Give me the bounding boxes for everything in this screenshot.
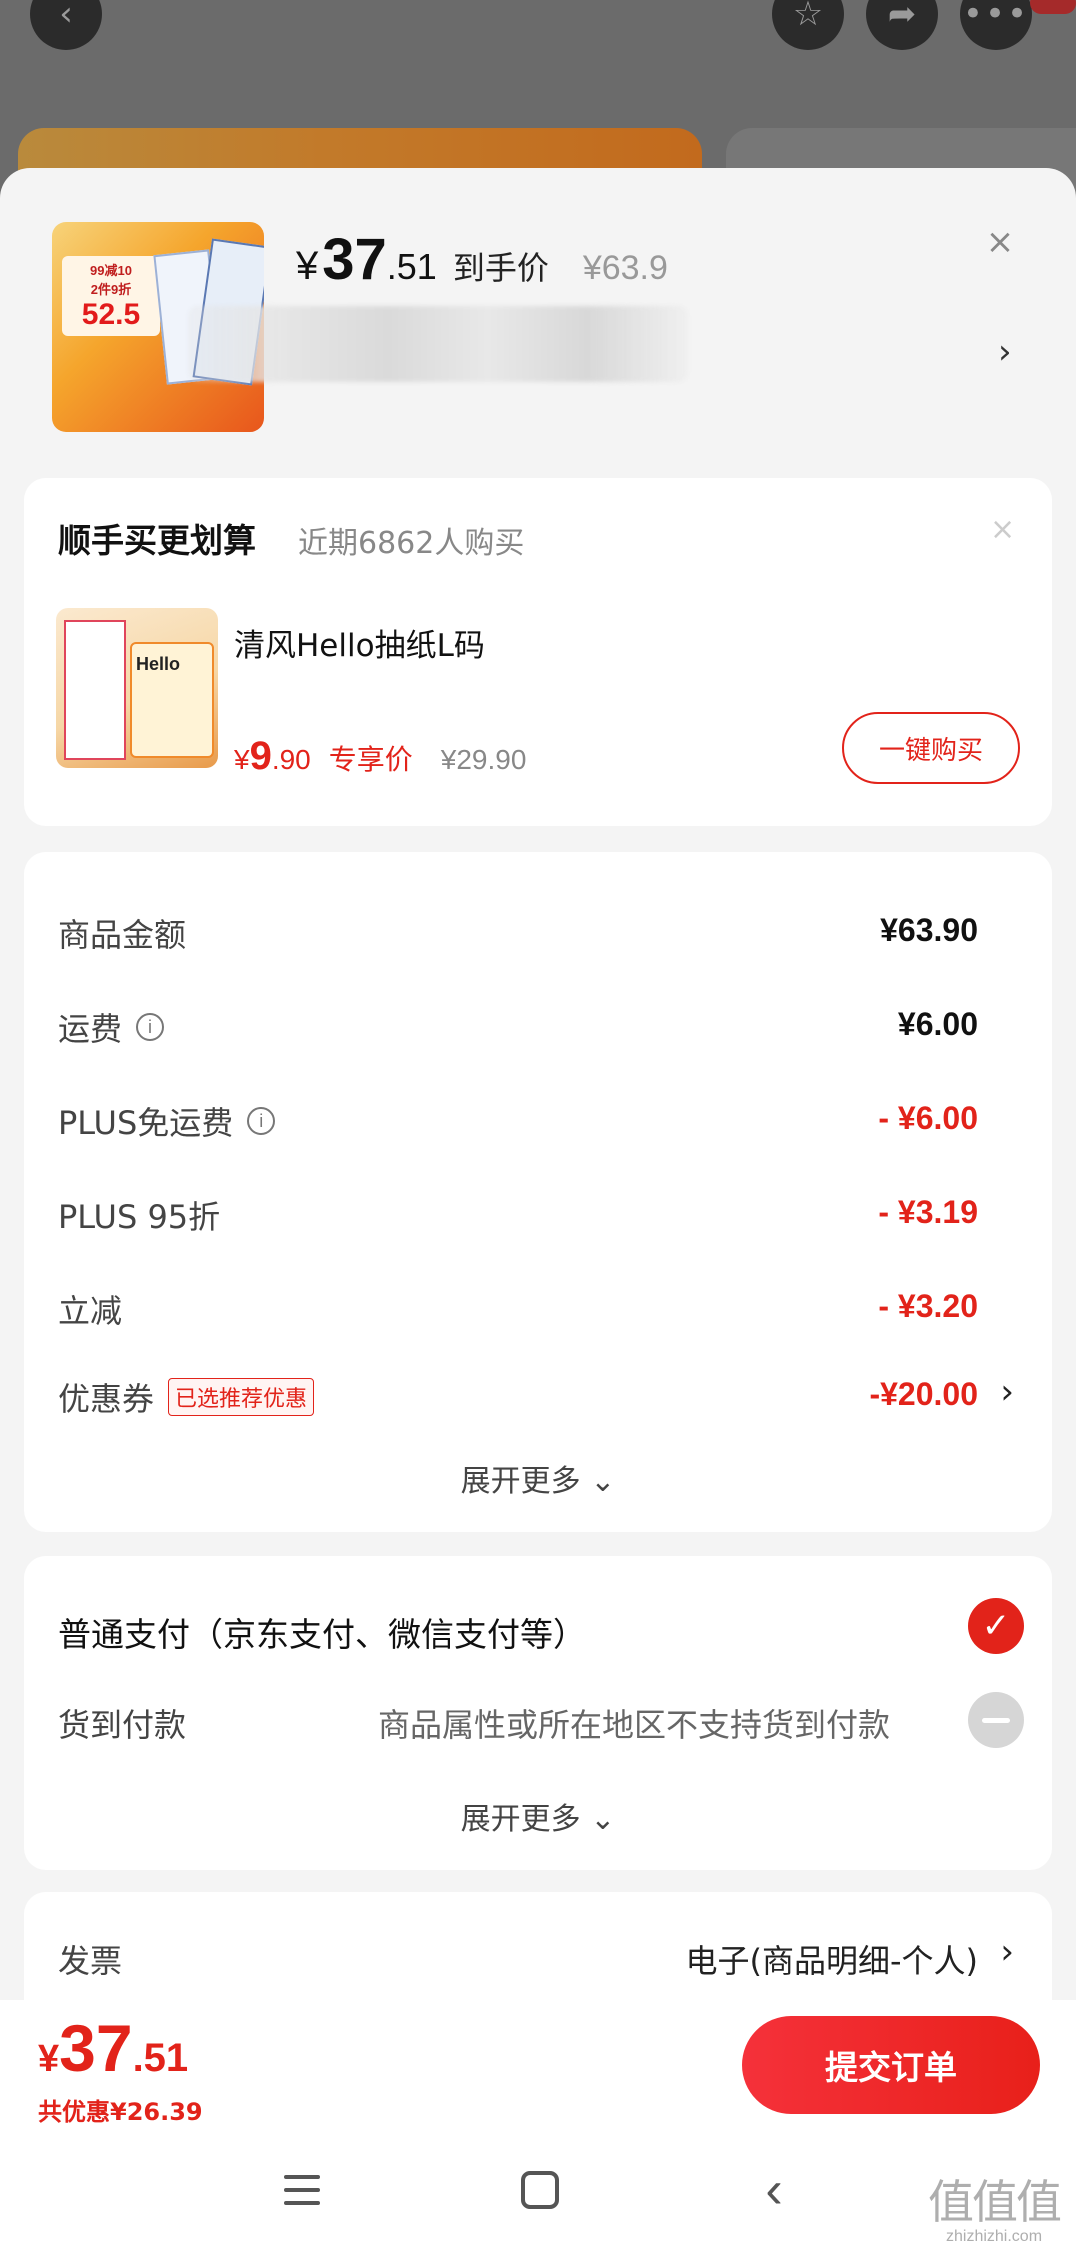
- product-header: 99减10 2件9折 52.5 ¥ 37 .51 到手价 ¥63.9 × ›: [0, 168, 1076, 468]
- upsell-card: 顺手买更划算 近期6862人购买 × Hello 清风Hello抽纸L码 ¥ 9…: [24, 478, 1052, 826]
- amount-row-goods: 商品金额 ¥63.90: [58, 912, 978, 954]
- chevron-right-icon[interactable]: ›: [998, 332, 1012, 372]
- chevron-right-icon[interactable]: ›: [1000, 1932, 1014, 1972]
- final-price: ¥ 37 .51 到手价 ¥63.9: [296, 227, 668, 292]
- amount-row-coupon[interactable]: 优惠券 已选推荐优惠 -¥20.00 ›: [24, 1364, 1052, 1424]
- chevron-right-icon[interactable]: ›: [1000, 1372, 1014, 1412]
- product-image-tag: 99减10 2件9折 52.5: [62, 256, 160, 336]
- amount-row-plus-discount: PLUS 95折 - ¥3.19: [58, 1194, 978, 1236]
- upsell-product-name[interactable]: 清风Hello抽纸L码: [234, 620, 485, 665]
- invoice-value: 电子(商品明细-个人): [685, 1942, 978, 1980]
- upsell-subtitle: 近期6862人购买: [298, 526, 525, 561]
- check-icon[interactable]: ✓: [968, 1598, 1024, 1654]
- amount-row-shipping: 运费 i ¥6.00: [58, 1006, 978, 1048]
- order-sheet: 99减10 2件9折 52.5 ¥ 37 .51 到手价 ¥63.9 × › 顺…: [0, 168, 1076, 2256]
- info-icon[interactable]: i: [136, 1013, 165, 1041]
- payment-method-card: 普通支付（京东支付、微信支付等） ✓ 货到付款 商品属性或所在地区不支持货到付款…: [24, 1556, 1052, 1870]
- submit-order-button[interactable]: 提交订单: [742, 2016, 1040, 2114]
- back-icon[interactable]: ‹: [744, 2160, 804, 2220]
- coupon-tag: 已选推荐优惠: [168, 1378, 315, 1416]
- notification-badge: [1030, 0, 1076, 14]
- close-icon[interactable]: ×: [990, 512, 1015, 547]
- one-click-buy-button[interactable]: 一键购买: [842, 712, 1020, 784]
- expand-more-button[interactable]: 展开更多 ⌄: [24, 1456, 1052, 1500]
- payment-option-cod: 货到付款: [58, 1706, 187, 1744]
- system-navigation-bar: ‹: [0, 2130, 1076, 2256]
- upsell-title: 顺手买更划算: [58, 521, 256, 560]
- upsell-price: ¥ 9 .90 专享价 ¥29.90: [234, 734, 527, 778]
- invoice-label: 发票: [58, 1942, 123, 1980]
- recent-apps-icon[interactable]: [272, 2160, 332, 2220]
- amount-breakdown-card: 商品金额 ¥63.90 运费 i ¥6.00 PLUS免运费 i - ¥6.00 P…: [24, 852, 1052, 1532]
- total-savings: 共优惠¥26.39: [38, 2098, 203, 2126]
- upsell-product-image[interactable]: Hello: [56, 608, 218, 768]
- amount-row-instant-discount: 立减 - ¥3.20: [58, 1288, 978, 1330]
- checkout-total-price: ¥ 37 .51: [38, 2011, 189, 2085]
- disabled-minus-icon: [968, 1692, 1024, 1748]
- upsell-original-price: ¥29.90: [440, 744, 527, 775]
- expand-more-button[interactable]: 展开更多 ⌄: [24, 1794, 1052, 1838]
- cod-unavailable-note: 商品属性或所在地区不支持货到付款: [378, 1706, 891, 1744]
- original-price: ¥63.9: [582, 249, 668, 287]
- blurred-product-spec: [188, 306, 688, 382]
- close-icon[interactable]: ×: [980, 222, 1020, 262]
- amount-row-plus-free-shipping: PLUS免运费 i - ¥6.00: [58, 1100, 978, 1142]
- payment-option-normal[interactable]: 普通支付（京东支付、微信支付等）: [58, 1608, 586, 1656]
- watermark: 值值值 zhizhizhi.com: [928, 2175, 1062, 2245]
- info-icon[interactable]: i: [247, 1107, 276, 1135]
- home-icon[interactable]: [510, 2160, 570, 2220]
